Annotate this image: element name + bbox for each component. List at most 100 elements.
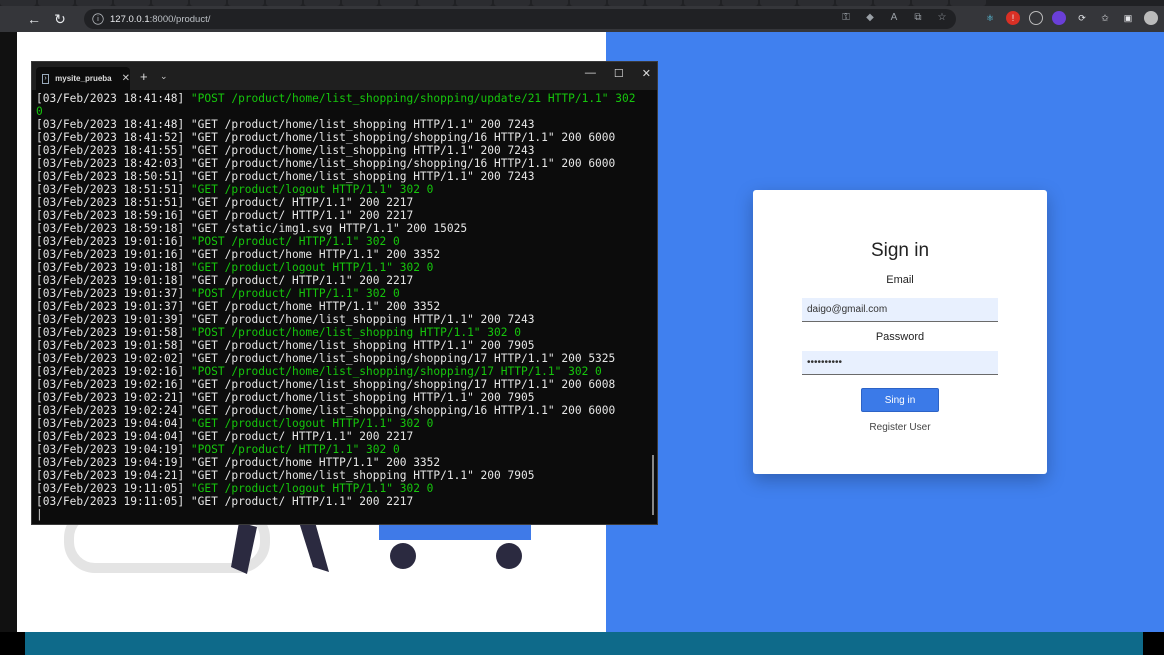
log-line: [03/Feb/2023 18:59:16] "GET /product/ HT… xyxy=(36,209,651,222)
password-field[interactable] xyxy=(802,351,998,375)
key-icon[interactable]: ⚿ xyxy=(840,12,852,24)
log-timestamp: 0 xyxy=(36,105,43,118)
circle-extension-icon[interactable] xyxy=(1029,11,1043,25)
log-timestamp: [03/Feb/2023 19:04:19] xyxy=(36,456,185,469)
log-line: [03/Feb/2023 19:11:05] "GET /product/log… xyxy=(36,482,651,495)
log-request: "POST /product/ HTTP/1.1" 302 0 xyxy=(184,235,400,248)
log-timestamp: [03/Feb/2023 19:01:37] xyxy=(36,287,185,300)
log-request: "GET /product/ HTTP/1.1" 200 2217 xyxy=(184,430,414,443)
log-request: "GET /product/logout HTTP/1.1" 302 0 xyxy=(184,261,434,274)
minimize-icon[interactable]: — xyxy=(585,67,596,80)
log-request: "GET /product/logout HTTP/1.1" 302 0 xyxy=(184,482,434,495)
bottom-left-edge xyxy=(0,632,25,655)
browser-toolbar: ← ↻ i 127.0.0.1:8000/product/ ⚿ ◆ A ⧉ ☆ … xyxy=(0,6,1164,32)
log-line: [03/Feb/2023 19:02:21] "GET /product/hom… xyxy=(36,391,651,404)
new-tab-icon[interactable]: + xyxy=(140,69,148,84)
signin-button[interactable]: Sing in xyxy=(861,388,939,412)
log-line: [03/Feb/2023 19:01:39] "GET /product/hom… xyxy=(36,313,651,326)
log-timestamp: [03/Feb/2023 18:41:48] xyxy=(36,92,185,105)
left-edge xyxy=(0,32,17,632)
log-timestamp: [03/Feb/2023 18:41:55] xyxy=(36,144,185,157)
log-timestamp: [03/Feb/2023 18:51:51] xyxy=(36,183,185,196)
log-timestamp: [03/Feb/2023 19:02:16] xyxy=(36,378,185,391)
log-request: "GET /product/ HTTP/1.1" 200 2217 xyxy=(184,495,414,508)
log-request: "GET /product/home/list_shopping HTTP/1.… xyxy=(184,118,535,131)
log-timestamp: [03/Feb/2023 18:50:51] xyxy=(36,170,185,183)
log-request: "GET /static/img1.svg HTTP/1.1" 200 1502… xyxy=(184,222,468,235)
address-bar[interactable]: i 127.0.0.1:8000/product/ ⚿ ◆ A ⧉ ☆ xyxy=(84,9,956,29)
log-line: [03/Feb/2023 19:01:18] "GET /product/ HT… xyxy=(36,274,651,287)
log-timestamp: [03/Feb/2023 19:01:16] xyxy=(36,235,185,248)
log-line: 0 xyxy=(36,105,651,118)
log-line: [03/Feb/2023 19:04:04] "GET /product/log… xyxy=(36,417,651,430)
reload-icon[interactable]: ↻ xyxy=(47,6,73,32)
log-timestamp: [03/Feb/2023 19:02:02] xyxy=(36,352,185,365)
close-tab-icon[interactable]: ✕ xyxy=(122,73,130,84)
log-timestamp: [03/Feb/2023 19:01:18] xyxy=(36,274,185,287)
terminal-window[interactable]: › mysite_prueba ✕ + ⌄ — ☐ ✕ [03/Feb/2023… xyxy=(31,61,658,525)
register-user-link[interactable]: Register User xyxy=(753,422,1047,433)
favorite-star-icon[interactable]: ☆ xyxy=(936,12,948,24)
signin-card: Sign in Email Password Sing in Register … xyxy=(753,190,1047,474)
log-request: "GET /product/home/list_shopping/shoppin… xyxy=(184,404,616,417)
log-request: "POST /product/home/list_shopping HTTP/1… xyxy=(184,326,521,339)
terminal-cursor: | xyxy=(36,508,43,521)
log-line: [03/Feb/2023 19:01:37] "GET /product/hom… xyxy=(36,300,651,313)
terminal-titlebar: › mysite_prueba ✕ + ⌄ — ☐ ✕ xyxy=(32,62,657,90)
url-text: 127.0.0.1:8000/product/ xyxy=(110,13,211,25)
log-line: [03/Feb/2023 19:01:16] "POST /product/ H… xyxy=(36,235,651,248)
log-timestamp: [03/Feb/2023 19:04:21] xyxy=(36,469,185,482)
log-request: "GET /product/home/list_shopping HTTP/1.… xyxy=(184,391,535,404)
purple-extension-icon[interactable] xyxy=(1052,11,1066,25)
log-line: [03/Feb/2023 18:41:48] "GET /product/hom… xyxy=(36,118,651,131)
log-timestamp: [03/Feb/2023 19:04:19] xyxy=(36,443,185,456)
maximize-icon[interactable]: ☐ xyxy=(614,67,624,80)
log-timestamp: [03/Feb/2023 19:01:58] xyxy=(36,339,185,352)
profile-avatar-icon[interactable] xyxy=(1144,11,1158,25)
signin-title: Sign in xyxy=(870,240,930,261)
log-line: [03/Feb/2023 18:41:48] "POST /product/ho… xyxy=(36,92,651,105)
collections-icon[interactable]: ▣ xyxy=(1121,11,1135,25)
log-request: "GET /product/home/list_shopping HTTP/1.… xyxy=(184,144,535,157)
log-request: "POST /product/ HTTP/1.1" 302 0 xyxy=(184,443,400,456)
site-info-icon[interactable]: i xyxy=(92,13,104,25)
back-icon[interactable]: ← xyxy=(21,6,47,32)
log-line: [03/Feb/2023 19:11:05] "GET /product/ HT… xyxy=(36,495,651,508)
log-request: "GET /product/home/list_shopping/shoppin… xyxy=(184,131,616,144)
log-line: [03/Feb/2023 19:02:02] "GET /product/hom… xyxy=(36,352,651,365)
read-aloud-icon[interactable]: A xyxy=(888,12,900,24)
react-extension-icon[interactable]: ⚛ xyxy=(983,11,997,25)
log-line: [03/Feb/2023 18:42:03] "GET /product/hom… xyxy=(36,157,651,170)
log-line: [03/Feb/2023 19:02:24] "GET /product/hom… xyxy=(36,404,651,417)
log-line: [03/Feb/2023 18:51:51] "GET /product/log… xyxy=(36,183,651,196)
log-timestamp: [03/Feb/2023 18:59:18] xyxy=(36,222,185,235)
log-line: [03/Feb/2023 18:50:51] "GET /product/hom… xyxy=(36,170,651,183)
log-timestamp: [03/Feb/2023 19:04:04] xyxy=(36,430,185,443)
log-timestamp: [03/Feb/2023 19:01:37] xyxy=(36,300,185,313)
log-line: [03/Feb/2023 19:01:18] "GET /product/log… xyxy=(36,261,651,274)
tag-icon[interactable]: ◆ xyxy=(864,12,876,24)
log-timestamp: [03/Feb/2023 18:59:16] xyxy=(36,209,185,222)
log-request: "GET /product/home/list_shopping HTTP/1.… xyxy=(184,469,535,482)
chevron-down-icon[interactable]: ⌄ xyxy=(160,71,168,82)
extension-icon[interactable]: ⧉ xyxy=(912,12,924,24)
favorites-icon[interactable]: ✩ xyxy=(1098,11,1112,25)
close-window-icon[interactable]: ✕ xyxy=(642,67,651,80)
log-timestamp: [03/Feb/2023 18:41:52] xyxy=(36,131,185,144)
cart-wheel-left xyxy=(390,543,416,569)
refresh-extension-icon[interactable]: ⟳ xyxy=(1075,11,1089,25)
terminal-scrollbar[interactable] xyxy=(652,455,654,515)
log-line: [03/Feb/2023 19:01:16] "GET /product/hom… xyxy=(36,248,651,261)
terminal-tab[interactable]: › mysite_prueba ✕ xyxy=(36,67,130,90)
log-line: [03/Feb/2023 19:02:16] "POST /product/ho… xyxy=(36,365,651,378)
log-timestamp: [03/Feb/2023 18:42:03] xyxy=(36,157,185,170)
red-extension-icon[interactable]: ! xyxy=(1006,11,1020,25)
bottom-right-edge xyxy=(1143,632,1164,655)
password-label: Password xyxy=(875,331,925,343)
log-request: "POST /product/home/list_shopping/shoppi… xyxy=(184,365,602,378)
email-label: Email xyxy=(886,274,914,286)
email-field[interactable] xyxy=(802,298,998,322)
log-timestamp: [03/Feb/2023 19:02:24] xyxy=(36,404,185,417)
log-request: "POST /product/home/list_shopping/shoppi… xyxy=(184,92,636,105)
page-footer xyxy=(25,632,1143,655)
